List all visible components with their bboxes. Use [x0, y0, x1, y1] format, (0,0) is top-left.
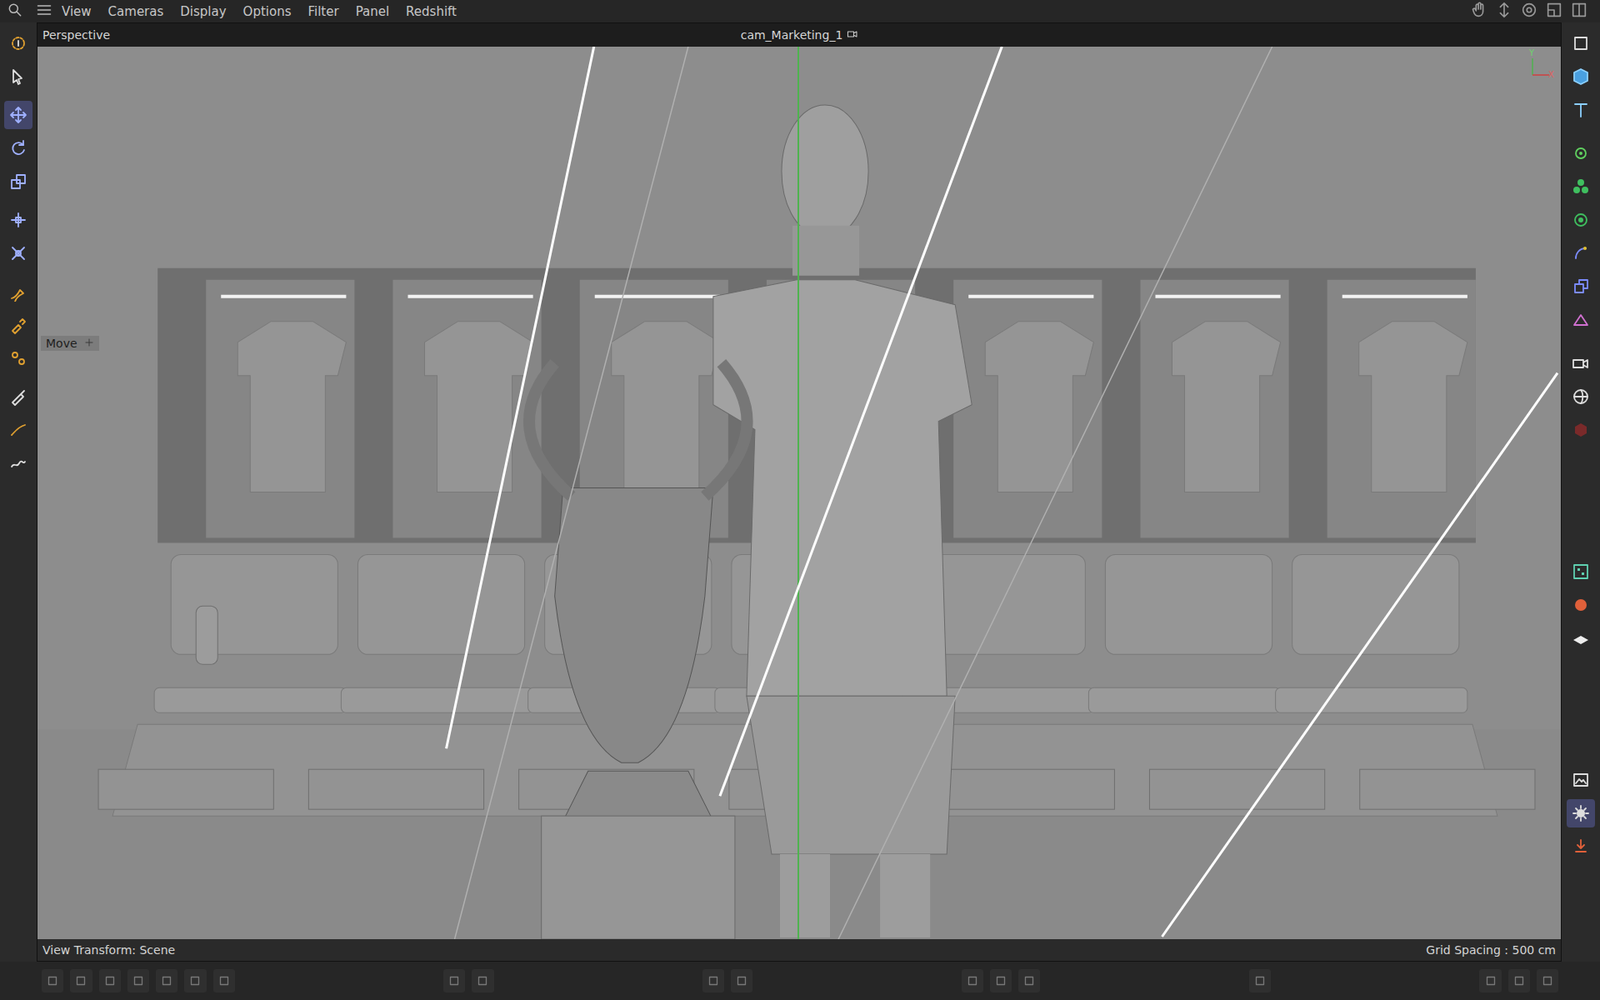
spline-smooth-icon[interactable]: [4, 415, 33, 445]
move-icon[interactable]: [4, 100, 33, 130]
cube-outline-icon[interactable]: [1566, 29, 1595, 58]
live-select-icon[interactable]: [4, 29, 33, 58]
view-transform: View Transform: Scene: [42, 943, 175, 957]
menu-item[interactable]: Filter: [299, 2, 347, 21]
uv-mode-icon[interactable]: [155, 969, 178, 993]
layout-icon[interactable]: [1570, 0, 1589, 23]
move-icon: [84, 336, 95, 350]
dolly-icon[interactable]: [1495, 0, 1514, 23]
sub-icon[interactable]: [471, 969, 494, 993]
render-icon[interactable]: [1566, 832, 1595, 861]
axis-snap-icon[interactable]: [990, 969, 1012, 993]
text-icon[interactable]: [1566, 95, 1595, 125]
camera-object-icon[interactable]: [1566, 349, 1595, 378]
workplane-icon[interactable]: [730, 969, 753, 993]
spline-icon[interactable]: [1566, 305, 1595, 335]
model-mode-icon[interactable]: [41, 969, 64, 993]
field-icon[interactable]: [1566, 239, 1595, 268]
menu-item[interactable]: Panel: [347, 2, 398, 21]
redshift-icon[interactable]: [1566, 415, 1595, 445]
scale-icon[interactable]: [4, 167, 33, 196]
sketch-icon[interactable]: [4, 449, 33, 478]
left-toolbar: [0, 22, 37, 962]
panel-icon[interactable]: [1545, 0, 1564, 23]
pan-icon[interactable]: [1470, 0, 1489, 23]
mograph-icon[interactable]: [1566, 272, 1595, 301]
picture-viewer-icon[interactable]: [1566, 765, 1595, 795]
spline-sketch-icon[interactable]: [4, 344, 33, 373]
snap-icon[interactable]: [213, 969, 235, 993]
workspace: Perspectivecam_Marketing_1YXMoveView Tra…: [0, 22, 1600, 962]
hamburger-icon[interactable]: [35, 1, 54, 22]
menu-item[interactable]: Options: [235, 2, 300, 21]
light-icon[interactable]: [1508, 969, 1530, 993]
edge-mode-icon[interactable]: [99, 969, 121, 993]
render-settings-icon[interactable]: [1566, 799, 1595, 828]
viewport-header: Perspective cam_Marketing_1: [37, 23, 1561, 47]
tool-hint: Move: [40, 335, 100, 351]
axis-mode-icon[interactable]: [961, 969, 984, 993]
search-icon[interactable]: [6, 1, 24, 22]
axis-x-label: X: [1548, 70, 1555, 80]
axis-icon[interactable]: [184, 969, 206, 993]
quantize-icon[interactable]: [1018, 969, 1040, 993]
shade-icon[interactable]: [1536, 969, 1559, 993]
brush-icon[interactable]: [4, 382, 33, 411]
view-controls: [1470, 0, 1594, 23]
select-icon[interactable]: [4, 62, 33, 91]
rotate-icon[interactable]: [4, 134, 33, 163]
cube-icon[interactable]: [1566, 62, 1595, 91]
material-icon[interactable]: [1566, 590, 1595, 620]
viewport-footer: View Transform: Scene Grid Spacing : 500 …: [37, 939, 1561, 961]
spline-pen-icon[interactable]: [4, 310, 33, 340]
grid-spacing: Grid Spacing : 500 cm: [1425, 943, 1556, 957]
view-name: Perspective: [42, 28, 110, 42]
camera-name[interactable]: cam_Marketing_1: [740, 28, 859, 43]
axis-y-label: Y: [1529, 48, 1535, 58]
transform-icon[interactable]: [4, 205, 33, 235]
tool-hint-label: Move: [45, 336, 78, 350]
orbit-icon[interactable]: [1520, 0, 1539, 23]
axis-gizmo: YX: [1520, 50, 1555, 84]
bottom-toolbar: [0, 961, 1600, 1000]
point-mode-icon[interactable]: [127, 969, 150, 993]
menu-item[interactable]: Redshift: [397, 2, 465, 21]
viewport-solo-icon[interactable]: [1249, 969, 1271, 993]
sky-icon[interactable]: [1566, 382, 1595, 411]
polygon-mode-icon[interactable]: [70, 969, 92, 993]
menu-item[interactable]: Cameras: [100, 2, 173, 21]
lock-icon[interactable]: [702, 969, 725, 993]
camera-label: cam_Marketing_1: [740, 28, 844, 42]
floor-icon[interactable]: [1566, 624, 1595, 653]
cloner-icon[interactable]: [1566, 172, 1595, 201]
menu-bar: ViewCamerasDisplayOptionsFilterPanelReds…: [0, 0, 1600, 23]
deformer-icon[interactable]: [1566, 205, 1595, 235]
snap-scale-icon[interactable]: [4, 239, 33, 268]
material-preview-icon[interactable]: [1479, 969, 1501, 993]
tag-icon[interactable]: [1566, 557, 1595, 586]
scene-render: [37, 46, 1561, 940]
menu-item[interactable]: Display: [171, 2, 235, 21]
generator-icon[interactable]: [1566, 139, 1595, 168]
pen-icon[interactable]: [4, 277, 33, 306]
camera-icon: [845, 28, 858, 43]
right-toolbar: [1561, 22, 1600, 962]
viewport-canvas[interactable]: YXMove: [37, 46, 1561, 940]
menu-item[interactable]: View: [53, 2, 100, 21]
viewport[interactable]: Perspectivecam_Marketing_1YXMoveView Tra…: [36, 22, 1562, 962]
solo-icon[interactable]: [443, 969, 465, 993]
